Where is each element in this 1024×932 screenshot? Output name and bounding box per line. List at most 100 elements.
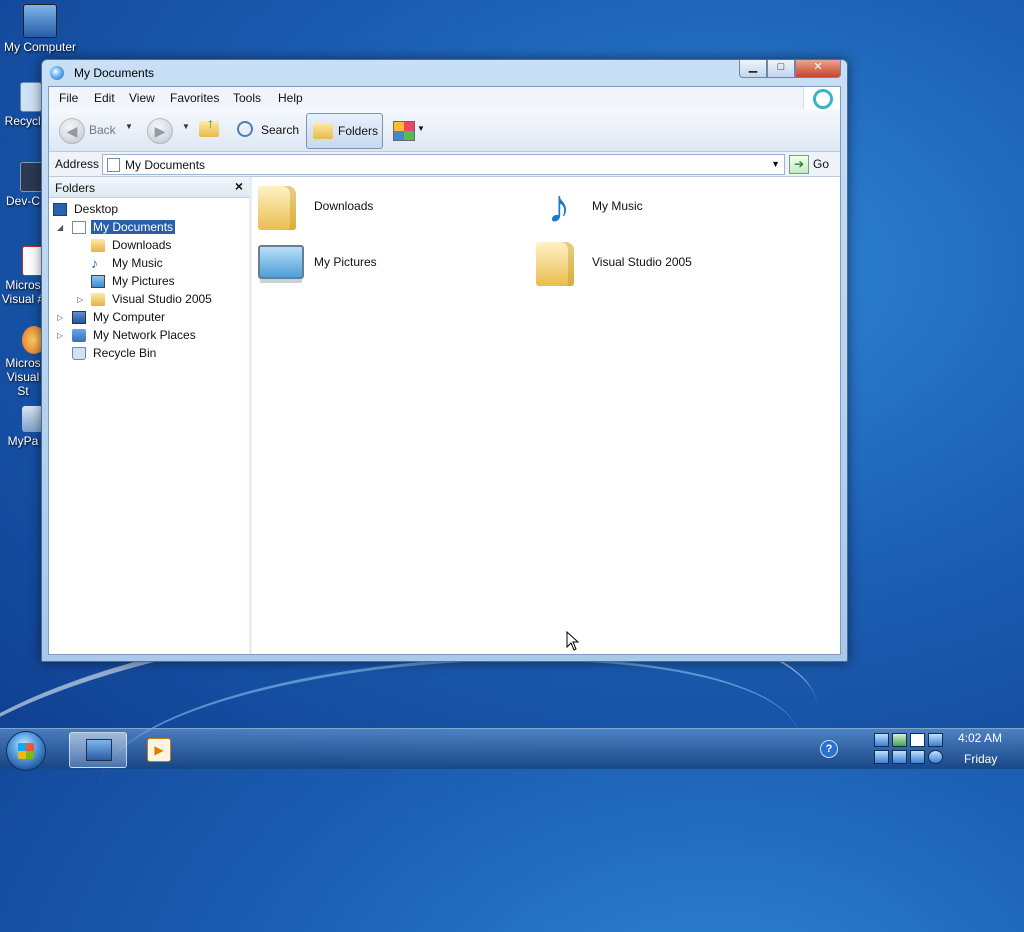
address-dropdown-icon[interactable]: ▼ [771, 159, 780, 169]
back-label: Back [89, 123, 116, 137]
tree-item-label: My Pictures [112, 274, 175, 288]
folder-icon [313, 123, 333, 139]
desktop-icon-visual-sharp[interactable]: Micros Visual # [0, 246, 46, 306]
search-button[interactable]: Search [233, 113, 301, 147]
mouse-cursor-icon [566, 631, 580, 651]
tree-item-label: Visual Studio 2005 [112, 292, 212, 306]
mail-tray-icon[interactable] [928, 733, 943, 747]
file-item-label: Downloads [314, 199, 374, 213]
explorer-window: My Documents ▁ □ ✕ File Edit View Favori… [41, 59, 848, 662]
start-button[interactable] [6, 731, 46, 771]
music-note-icon: ♪ [91, 255, 98, 271]
file-item-downloads[interactable]: Downloads [258, 183, 508, 233]
minimize-button[interactable]: ▁ [739, 60, 767, 78]
menu-help[interactable]: Help [278, 91, 303, 105]
file-item-label: My Music [592, 199, 643, 213]
tree-item-label: My Music [112, 256, 163, 270]
activity-throbber [803, 87, 840, 109]
search-icon [237, 121, 253, 137]
file-item-my-pictures[interactable]: My Pictures [258, 239, 508, 289]
menu-edit[interactable]: Edit [94, 91, 115, 105]
desktop-icon-visual-studio[interactable]: Micros Visual St [0, 326, 46, 398]
menu-favorites[interactable]: Favorites [170, 91, 219, 105]
explorer-icon [50, 66, 64, 80]
display-tray-icon[interactable] [910, 733, 925, 747]
taskbar-button-media-player[interactable]: ▶ [141, 732, 175, 766]
clock-time[interactable]: 4:02 AM [958, 731, 1002, 745]
back-dropdown-icon[interactable]: ▼ [125, 122, 133, 131]
folder-icon [536, 242, 574, 286]
file-item-visual-studio-2005[interactable]: Visual Studio 2005 [536, 239, 786, 289]
desktop-icon-label: Micros Visual # [1, 278, 45, 306]
title-bar[interactable]: My Documents ▁ □ ✕ [42, 60, 847, 86]
close-icon[interactable]: × [235, 178, 243, 194]
expander-open-icon[interactable]: ◢ [57, 223, 63, 232]
keyboard-tray-icon[interactable] [892, 750, 907, 764]
folder-icon [91, 293, 105, 306]
network-icon [72, 329, 86, 342]
windows-logo-icon [18, 743, 34, 759]
go-button[interactable]: Go [813, 157, 829, 171]
desktop-icon-my-computer[interactable]: My Computer [0, 4, 80, 54]
tree-item-label: Desktop [74, 202, 119, 216]
menu-bar: File Edit View Favorites Tools Help [49, 87, 840, 110]
recycle-bin-icon [20, 82, 42, 112]
music-note-icon: ♪ [547, 180, 571, 232]
folders-pane-title: Folders [55, 181, 96, 195]
menu-tools[interactable]: Tools [233, 91, 261, 105]
forward-dropdown-icon[interactable]: ▼ [182, 122, 190, 131]
media-player-icon: ▶ [147, 738, 171, 762]
window-tray-icon[interactable] [910, 750, 925, 764]
caption-buttons: ▁ □ ✕ [739, 60, 841, 78]
tree-item-label: My Computer [93, 310, 166, 324]
security-tray-icon[interactable] [892, 733, 907, 747]
close-button[interactable]: ✕ [795, 60, 841, 78]
search-tray-icon[interactable] [928, 750, 943, 764]
file-item-label: My Pictures [314, 255, 377, 269]
up-folder-button[interactable]: ↑ [197, 113, 223, 147]
forward-arrow-icon: ▶ [147, 118, 173, 144]
folders-label: Folders [338, 124, 379, 138]
desktop-icon-label: MyPa [7, 434, 39, 448]
views-icon [393, 121, 415, 141]
network-tray-icon[interactable] [874, 733, 889, 747]
computer-icon [72, 311, 86, 324]
maximize-button[interactable]: □ [767, 60, 795, 78]
tree-item-label: Downloads [112, 238, 172, 252]
forward-button[interactable]: ▶ [145, 113, 175, 147]
expander-closed-icon[interactable]: ▷ [57, 331, 63, 340]
pictures-icon [258, 245, 304, 279]
folder-icon [91, 239, 105, 252]
expander-closed-icon[interactable]: ▷ [57, 313, 63, 322]
window-title: My Documents [74, 66, 155, 80]
file-list: Downloads ♪ My Music My Pictures Visual … [252, 177, 840, 654]
pictures-icon [91, 275, 105, 288]
desktop-icon-label: My Computer [3, 40, 77, 54]
computer-icon [23, 4, 57, 38]
menu-file[interactable]: File [59, 91, 78, 105]
device-tray-icon[interactable] [874, 750, 889, 764]
window-body: File Edit View Favorites Tools Help ◀ Ba… [48, 86, 841, 655]
taskbar-button-my-documents[interactable] [69, 732, 127, 768]
address-bar: Address My Documents ▼ ➔ Go [49, 152, 840, 177]
folders-button[interactable]: Folders [306, 113, 383, 149]
back-button[interactable]: ◀ Back [57, 113, 119, 147]
views-button[interactable]: ▼ [391, 113, 427, 147]
toolbar: ◀ Back ▼ ▶ ▼ ↑ Search Folders ▼ [49, 109, 840, 152]
expander-closed-icon[interactable]: ▷ [77, 295, 83, 304]
tree-item-label: My Documents [91, 220, 176, 234]
address-input[interactable]: My Documents ▼ [102, 154, 785, 175]
menu-view[interactable]: View [129, 91, 155, 105]
up-arrow-icon: ↑ [207, 115, 214, 131]
documents-icon [72, 221, 86, 234]
help-icon[interactable]: ? [820, 740, 838, 758]
recycle-bin-icon [72, 347, 86, 360]
document-icon [107, 158, 120, 172]
back-arrow-icon: ◀ [59, 118, 85, 144]
views-dropdown-icon: ▼ [417, 124, 425, 133]
system-tray [870, 731, 946, 765]
go-arrow-icon[interactable]: ➔ [789, 155, 809, 174]
file-item-my-music[interactable]: ♪ My Music [536, 183, 786, 233]
clock-day[interactable]: Friday [964, 752, 997, 766]
desktop-icon-mypa[interactable]: MyPa [0, 406, 46, 448]
